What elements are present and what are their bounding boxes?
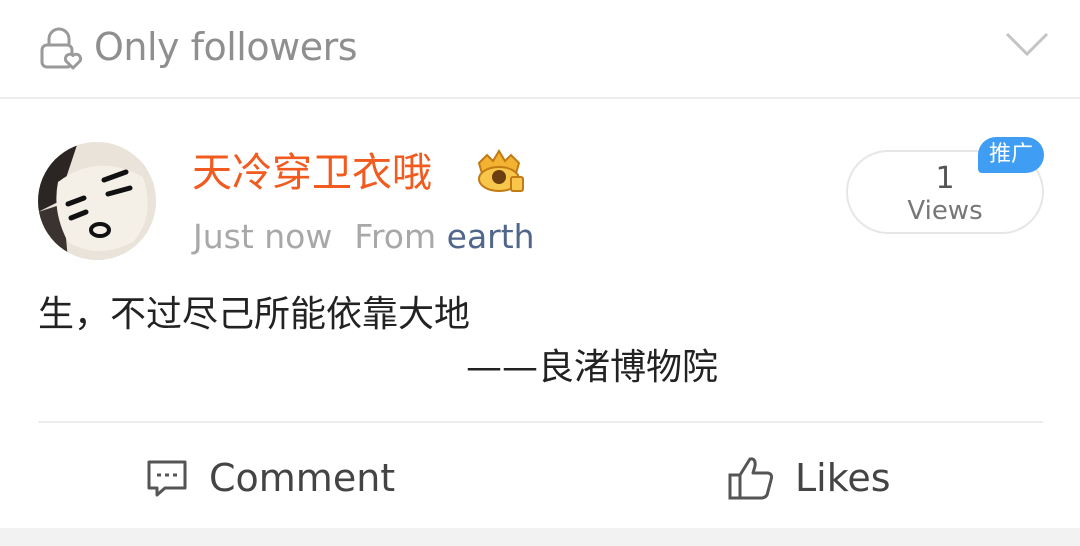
visibility-selector[interactable]: Only followers <box>0 0 1080 97</box>
like-label: Likes <box>795 456 891 500</box>
post-text: 生，不过尽己所能依靠大地 <box>38 294 471 335</box>
cartoon-face-avatar <box>38 142 156 260</box>
promo-tag[interactable]: 推广 <box>978 137 1044 173</box>
comment-label: Comment <box>209 456 396 500</box>
visibility-label: Only followers <box>94 25 358 69</box>
avatar[interactable] <box>38 142 156 260</box>
chevron-down-icon[interactable] <box>1004 30 1050 58</box>
from-prefix: From <box>354 217 437 256</box>
post-text-attribution: ——良渚博物院 <box>466 347 719 388</box>
divider <box>38 421 1043 423</box>
views-label: Views <box>907 196 983 226</box>
lock-heart-icon <box>40 27 83 70</box>
comment-icon <box>147 460 187 497</box>
post-card: Only followers 天冷穿卫衣哦 Just now From earth <box>0 0 1080 546</box>
bottom-separator <box>0 528 1080 546</box>
author-name[interactable]: 天冷穿卫衣哦 <box>192 148 432 198</box>
crown-badge-icon <box>477 149 524 192</box>
comment-button[interactable]: Comment <box>145 448 395 508</box>
divider <box>0 97 1080 99</box>
post-location[interactable]: earth <box>447 217 535 256</box>
post-meta: Just now From earth <box>193 214 535 260</box>
like-button[interactable]: Likes <box>727 448 891 508</box>
post-time: Just now <box>193 217 333 256</box>
thumbs-up-icon <box>728 457 774 500</box>
